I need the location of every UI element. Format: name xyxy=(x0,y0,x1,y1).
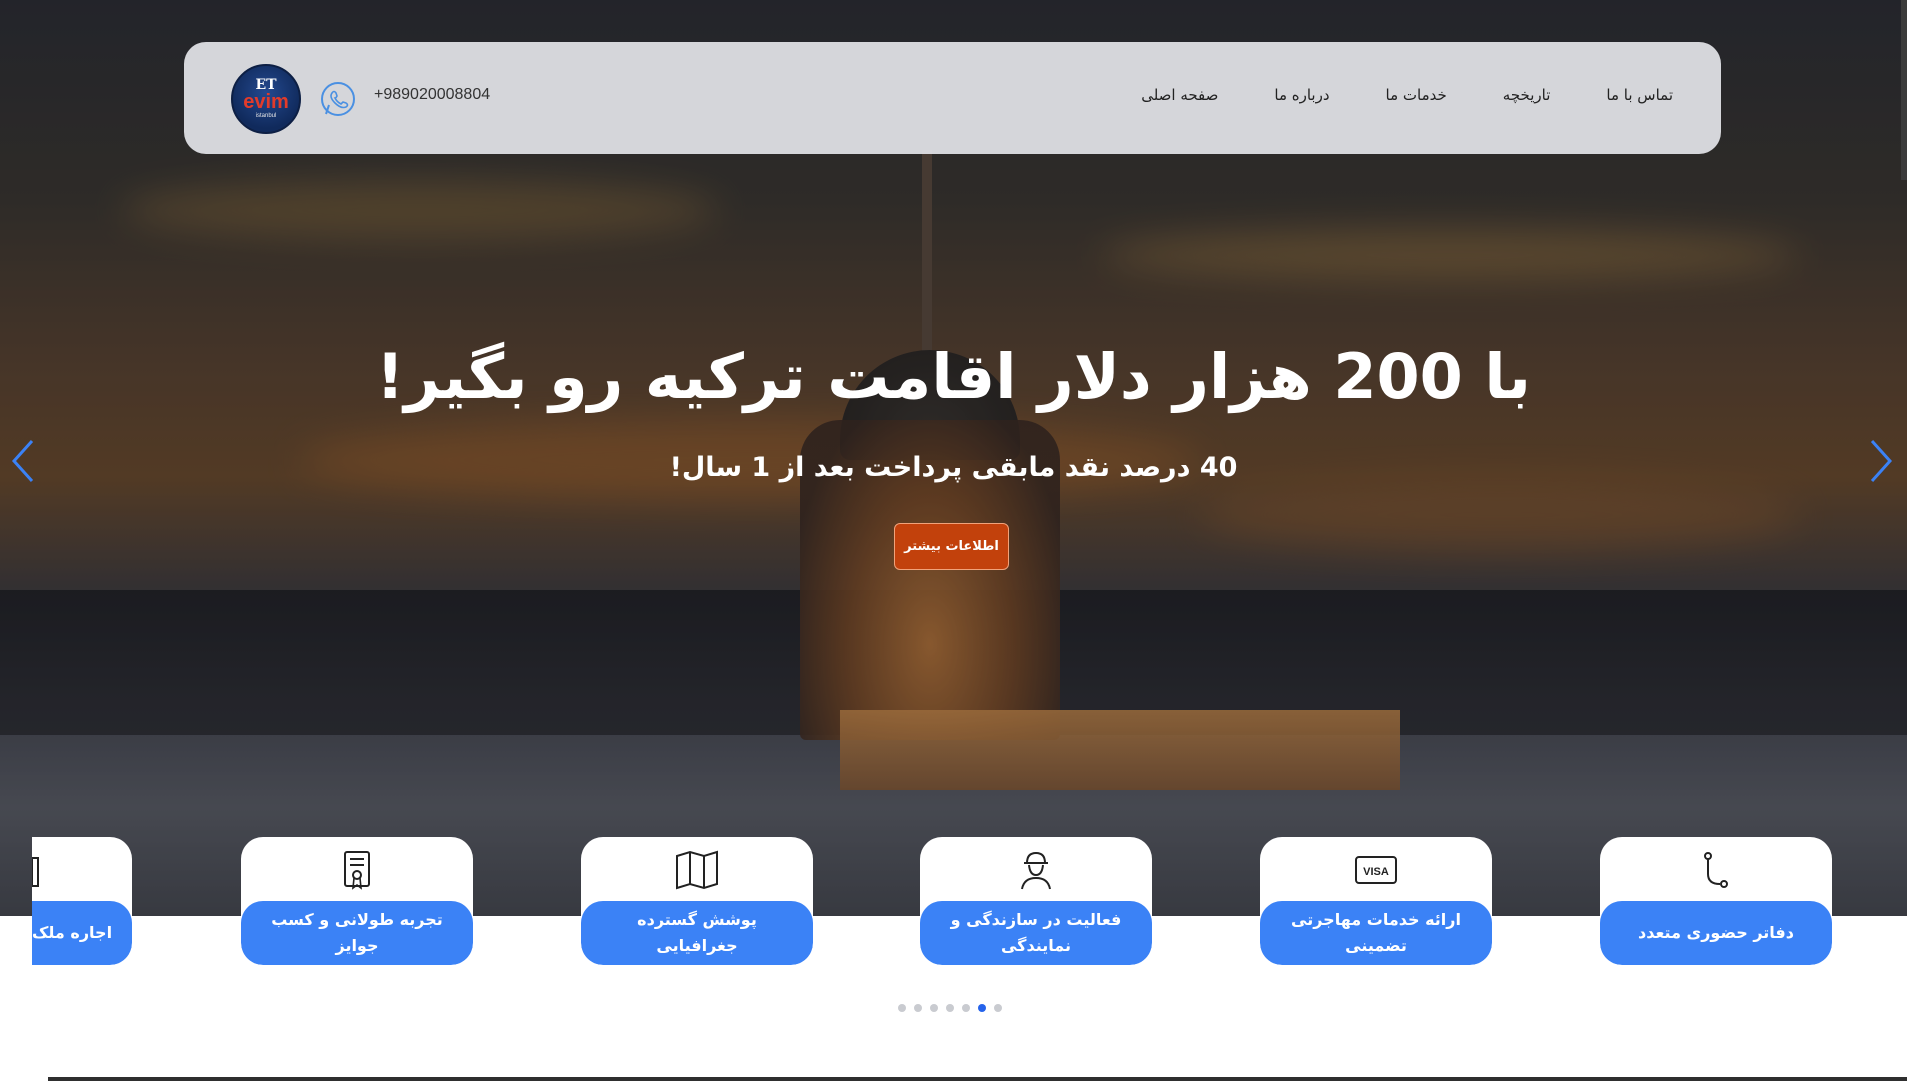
worker-icon xyxy=(1021,851,1051,890)
feature-label: فعالیت در سازندگی و نمایندگی xyxy=(920,901,1152,965)
carousel-dot[interactable] xyxy=(946,1004,954,1012)
menu-item-history[interactable]: تاریخچه xyxy=(1503,86,1551,104)
carousel-dot[interactable] xyxy=(978,1004,986,1012)
hero-subtitle: 40 درصد نقد مابقی پرداخت بعد از 1 سال! xyxy=(669,452,1238,483)
page: ET evim istanbul +989020008804 صفحه اصلی… xyxy=(0,0,1907,1081)
feature-card-construction[interactable]: فعالیت در سازندگی و نمایندگی xyxy=(920,837,1152,965)
carousel-dot[interactable] xyxy=(930,1004,938,1012)
bottom-divider xyxy=(48,1077,1907,1081)
menu-item-home[interactable]: صفحه اصلی xyxy=(1141,86,1218,104)
more-info-button[interactable]: اطلاعات بیشتر xyxy=(894,523,1009,570)
carousel-next-arrow-icon[interactable] xyxy=(1866,437,1896,485)
feature-card-offices[interactable]: دفاتر حضوری متعدد xyxy=(1600,837,1832,965)
carousel-dot[interactable] xyxy=(994,1004,1002,1012)
logo-sub-text: istanbul xyxy=(255,113,277,119)
logo-top-text: ET xyxy=(255,77,277,93)
navbar: ET evim istanbul +989020008804 صفحه اصلی… xyxy=(184,42,1721,154)
feature-card-experience[interactable]: تجربه طولانی و کسب جوایز xyxy=(241,837,473,965)
menu-item-about[interactable]: درباره ما xyxy=(1274,86,1329,104)
main-menu: صفحه اصلی درباره ما خدمات ما تاریخچه تما… xyxy=(1141,86,1673,104)
map-icon xyxy=(676,850,718,890)
visa-icon: VISA xyxy=(1355,856,1397,884)
carousel-dot[interactable] xyxy=(898,1004,906,1012)
scrollbar[interactable] xyxy=(1901,0,1907,180)
feature-card-guaranteed-services[interactable]: VISA ارائه خدمات مهاجرتی تضمینی xyxy=(1260,837,1492,965)
carousel-dot[interactable] xyxy=(962,1004,970,1012)
menu-item-services[interactable]: خدمات ما xyxy=(1386,86,1447,104)
phone-number[interactable]: +989020008804 xyxy=(374,86,490,104)
hero-title: با 200 هزار دلار اقامت ترکیه رو بگیر! xyxy=(376,340,1531,413)
feature-card-coverage[interactable]: پوشش گسترده جغرافیایی xyxy=(581,837,813,965)
certificate-icon xyxy=(344,851,370,890)
carousel-dot[interactable] xyxy=(914,1004,922,1012)
logo-main-text: evim xyxy=(243,91,289,113)
carousel-prev-arrow-icon[interactable] xyxy=(8,437,38,485)
feature-card-rent[interactable]: اجاره ملک xyxy=(32,837,132,965)
feature-label: پوشش گسترده جغرافیایی xyxy=(581,901,813,965)
svg-text:VISA: VISA xyxy=(1363,866,1389,878)
building-icon xyxy=(32,857,39,887)
feature-label: تجربه طولانی و کسب جوایز xyxy=(241,901,473,965)
menu-item-contact[interactable]: تماس با ما xyxy=(1606,86,1673,104)
carousel-pagination xyxy=(898,1004,1002,1012)
feature-label: اجاره ملک xyxy=(32,901,132,965)
branch-icon xyxy=(1704,852,1728,888)
feature-label: دفاتر حضوری متعدد xyxy=(1600,901,1832,965)
whatsapp-icon[interactable] xyxy=(318,80,358,120)
brand-logo[interactable]: ET evim istanbul xyxy=(231,64,301,134)
feature-label: ارائه خدمات مهاجرتی تضمینی xyxy=(1260,901,1492,965)
